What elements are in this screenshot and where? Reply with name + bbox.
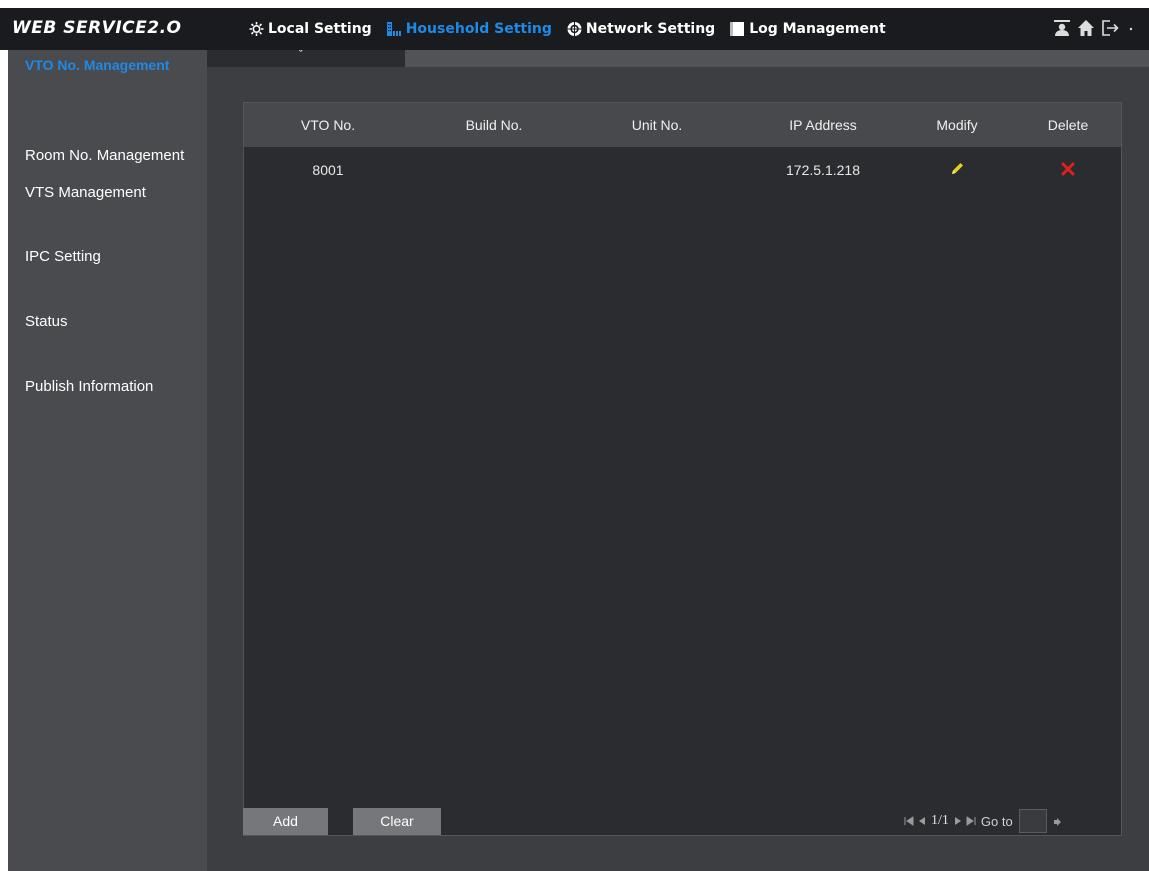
top-strip: [0, 0, 1149, 8]
main-content: ˇ VTO No. Build No. Unit No. IP Address …: [207, 49, 1149, 871]
cell-vto-no: 8001: [312, 162, 344, 178]
home-icon[interactable]: [1077, 19, 1095, 42]
tab-strip: ˇ: [207, 49, 1149, 67]
nav-label: Log Management: [749, 21, 886, 37]
goto-label: Go to: [980, 813, 1013, 829]
sidebar-item-vto-no-management[interactable]: VTO No. Management: [8, 50, 207, 80]
nav-label: Local Setting: [268, 21, 372, 37]
header-actions: [1053, 19, 1135, 42]
page-indicator: 1/1: [931, 813, 949, 828]
cell-ip-address: 172.5.1.218: [786, 162, 860, 178]
logout-icon[interactable]: [1101, 19, 1121, 42]
sidebar: VTO No. Management Room No. Management V…: [8, 50, 207, 871]
first-page-icon[interactable]: [904, 814, 914, 829]
delete-x-icon[interactable]: [1061, 162, 1075, 179]
table-row[interactable]: 8001 172.5.1.218: [244, 147, 1121, 191]
add-button[interactable]: Add: [243, 808, 328, 835]
pagination: 1/1 Go to: [904, 809, 1061, 833]
column-header-unit-no: Unit No.: [631, 117, 683, 133]
chevron-down-icon[interactable]: [1127, 19, 1135, 42]
log-icon: [729, 21, 746, 37]
column-header-ip-address: IP Address: [789, 117, 857, 133]
clear-button[interactable]: Clear: [353, 808, 441, 835]
app-logo: WEB SERVICE2.O: [12, 18, 182, 38]
last-page-icon[interactable]: [966, 814, 976, 829]
tab-vto-no-management[interactable]: ˇ: [207, 49, 405, 67]
network-globe-icon: [566, 21, 583, 37]
column-header-build-no: Build No.: [465, 117, 523, 133]
user-icon[interactable]: [1053, 19, 1071, 42]
pencil-icon[interactable]: [950, 162, 964, 179]
sidebar-item-status[interactable]: Status: [8, 307, 207, 337]
top-header: WEB SERVICE2.O Local Setting Household S…: [0, 8, 1149, 50]
nav-household-setting[interactable]: Household Setting: [380, 8, 560, 50]
main-nav: Local Setting Household Setting Network …: [242, 8, 894, 50]
nav-local-setting[interactable]: Local Setting: [242, 8, 380, 50]
column-header-vto-no: VTO No.: [300, 117, 356, 133]
sidebar-item-vts-management[interactable]: VTS Management: [8, 178, 207, 208]
nav-label: Network Setting: [585, 21, 716, 37]
goto-page-input[interactable]: [1018, 809, 1047, 833]
prev-page-icon[interactable]: [918, 814, 926, 829]
nav-log-management[interactable]: Log Management: [723, 8, 894, 50]
nav-network-setting[interactable]: Network Setting: [560, 8, 723, 50]
column-header-modify: Modify: [936, 117, 978, 133]
sidebar-item-ipc-setting[interactable]: IPC Setting: [8, 242, 207, 272]
table-header: VTO No. Build No. Unit No. IP Address Mo…: [244, 103, 1121, 147]
vto-table: VTO No. Build No. Unit No. IP Address Mo…: [243, 102, 1122, 836]
sidebar-item-publish-information[interactable]: Publish Information: [8, 372, 207, 402]
sidebar-item-room-no-management[interactable]: Room No. Management: [8, 141, 207, 171]
building-icon: [386, 21, 403, 37]
gear-icon: [248, 21, 265, 37]
go-arrow-icon[interactable]: [1053, 814, 1061, 829]
tab-label: ˇ: [299, 49, 303, 61]
nav-label: Household Setting: [405, 21, 552, 37]
column-header-delete: Delete: [1047, 117, 1089, 133]
next-page-icon[interactable]: [954, 814, 962, 829]
